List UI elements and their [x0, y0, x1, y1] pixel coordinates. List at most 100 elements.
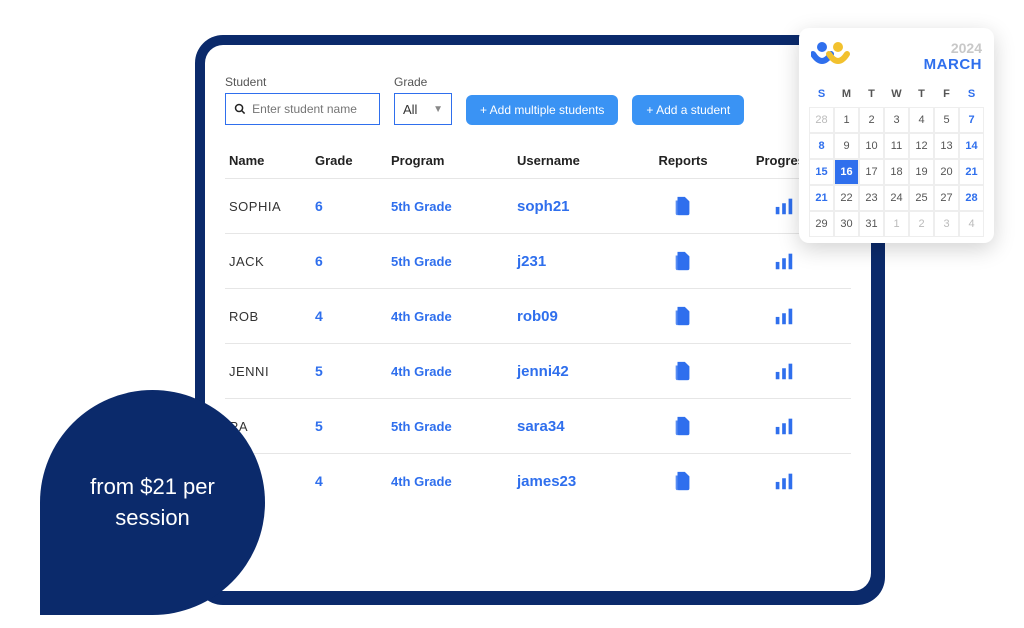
- calendar-day[interactable]: 2: [859, 107, 884, 133]
- student-username[interactable]: soph21: [517, 198, 627, 215]
- calendar-day[interactable]: 21: [959, 159, 984, 185]
- student-username[interactable]: jenni42: [517, 363, 627, 380]
- calendar-day[interactable]: 13: [934, 133, 959, 159]
- search-icon: [234, 102, 246, 116]
- calendar-day[interactable]: 20: [934, 159, 959, 185]
- main-content: Student Grade All ▼ + Add multiple stude…: [205, 45, 871, 591]
- table-row: JACK 6 5th Grade j231: [225, 233, 851, 288]
- calendar-day[interactable]: 1: [884, 211, 909, 237]
- calendar-day[interactable]: 31: [859, 211, 884, 237]
- progress-icon[interactable]: [739, 470, 829, 492]
- calendar-day[interactable]: 7: [959, 107, 984, 133]
- calendar-day[interactable]: 2: [909, 211, 934, 237]
- progress-icon[interactable]: [739, 415, 829, 437]
- col-program: Program: [391, 153, 511, 168]
- students-table: Name Grade Program Username Reports Prog…: [225, 143, 851, 508]
- student-name: SOPHIA: [229, 199, 309, 214]
- calendar-month: MARCH: [924, 56, 982, 73]
- student-program[interactable]: 4th Grade: [391, 364, 511, 379]
- calendar-day[interactable]: 4: [909, 107, 934, 133]
- student-username[interactable]: sara34: [517, 418, 627, 435]
- price-badge: from $21 per session: [40, 390, 265, 615]
- calendar-day[interactable]: 27: [934, 185, 959, 211]
- add-student-button[interactable]: + Add a student: [632, 95, 744, 125]
- student-program[interactable]: 4th Grade: [391, 474, 511, 489]
- calendar-day[interactable]: 11: [884, 133, 909, 159]
- student-name: RA: [229, 419, 309, 434]
- calendar-day[interactable]: 23: [859, 185, 884, 211]
- reports-icon[interactable]: [633, 415, 733, 437]
- calendar-day[interactable]: 18: [884, 159, 909, 185]
- calendar-dow: F: [934, 81, 959, 107]
- grade-select[interactable]: All ▼: [394, 93, 452, 125]
- calendar-day[interactable]: 14: [959, 133, 984, 159]
- student-label: Student: [225, 75, 380, 89]
- calendar-year: 2024: [924, 40, 982, 56]
- calendar-dow: W: [884, 81, 909, 107]
- calendar-day[interactable]: 19: [909, 159, 934, 185]
- calendar-day[interactable]: 22: [834, 185, 859, 211]
- reports-icon[interactable]: [633, 305, 733, 327]
- price-text: from $21 per session: [40, 472, 265, 534]
- filters-bar: Student Grade All ▼ + Add multiple stude…: [225, 75, 851, 125]
- student-program[interactable]: 5th Grade: [391, 254, 511, 269]
- student-grade: 4: [315, 308, 385, 324]
- calendar-day[interactable]: 28: [959, 185, 984, 211]
- reports-icon[interactable]: [633, 250, 733, 272]
- add-multiple-students-button[interactable]: + Add multiple students: [466, 95, 618, 125]
- student-search-input[interactable]: [252, 102, 371, 116]
- calendar-day[interactable]: 1: [834, 107, 859, 133]
- student-grade: 5: [315, 418, 385, 434]
- progress-icon[interactable]: [739, 360, 829, 382]
- main-panel: Student Grade All ▼ + Add multiple stude…: [195, 35, 885, 605]
- table-row: SOPHIA 6 5th Grade soph21: [225, 178, 851, 233]
- calendar-day[interactable]: 10: [859, 133, 884, 159]
- calendar-day[interactable]: 5: [934, 107, 959, 133]
- student-program[interactable]: 5th Grade: [391, 419, 511, 434]
- calendar-dow: T: [909, 81, 934, 107]
- calendar-dow: M: [834, 81, 859, 107]
- student-name: JENNI: [229, 364, 309, 379]
- calendar-day[interactable]: 21: [809, 185, 834, 211]
- reports-icon[interactable]: [633, 470, 733, 492]
- calendar-dow: S: [959, 81, 984, 107]
- student-username[interactable]: j231: [517, 253, 627, 270]
- calendar-day[interactable]: 29: [809, 211, 834, 237]
- student-search[interactable]: [225, 93, 380, 125]
- calendar-dow: T: [859, 81, 884, 107]
- calendar-day[interactable]: 3: [884, 107, 909, 133]
- progress-icon[interactable]: [739, 305, 829, 327]
- student-program[interactable]: 4th Grade: [391, 309, 511, 324]
- student-name: ROB: [229, 309, 309, 324]
- reports-icon[interactable]: [633, 195, 733, 217]
- calendar-day[interactable]: 28: [809, 107, 834, 133]
- col-name: Name: [229, 153, 309, 168]
- calendar-dow: S: [809, 81, 834, 107]
- grade-filter-label: Grade: [394, 75, 452, 89]
- student-name: JACK: [229, 254, 309, 269]
- calendar-day[interactable]: 17: [859, 159, 884, 185]
- calendar-day[interactable]: 25: [909, 185, 934, 211]
- calendar-day[interactable]: 8: [809, 133, 834, 159]
- student-program[interactable]: 5th Grade: [391, 199, 511, 214]
- calendar-day[interactable]: 3: [934, 211, 959, 237]
- student-grade: 6: [315, 198, 385, 214]
- student-grade: 4: [315, 473, 385, 489]
- calendar-day[interactable]: 9: [834, 133, 859, 159]
- student-username[interactable]: james23: [517, 473, 627, 490]
- calendar-day[interactable]: 12: [909, 133, 934, 159]
- student-username[interactable]: rob09: [517, 308, 627, 325]
- table-row: ROB 4 4th Grade rob09: [225, 288, 851, 343]
- student-grade: 6: [315, 253, 385, 269]
- grade-select-value: All: [403, 102, 417, 117]
- table-row: JENNI54th Gradejenni42: [225, 343, 851, 398]
- calendar-day[interactable]: 15: [809, 159, 834, 185]
- calendar-day[interactable]: 30: [834, 211, 859, 237]
- reports-icon[interactable]: [633, 360, 733, 382]
- col-username: Username: [517, 153, 627, 168]
- progress-icon[interactable]: [739, 250, 829, 272]
- calendar-day[interactable]: 4: [959, 211, 984, 237]
- calendar-widget: 2024 MARCH SMTWTFS 281234578910111213141…: [799, 28, 994, 243]
- calendar-day[interactable]: 24: [884, 185, 909, 211]
- calendar-day[interactable]: 16: [834, 159, 859, 185]
